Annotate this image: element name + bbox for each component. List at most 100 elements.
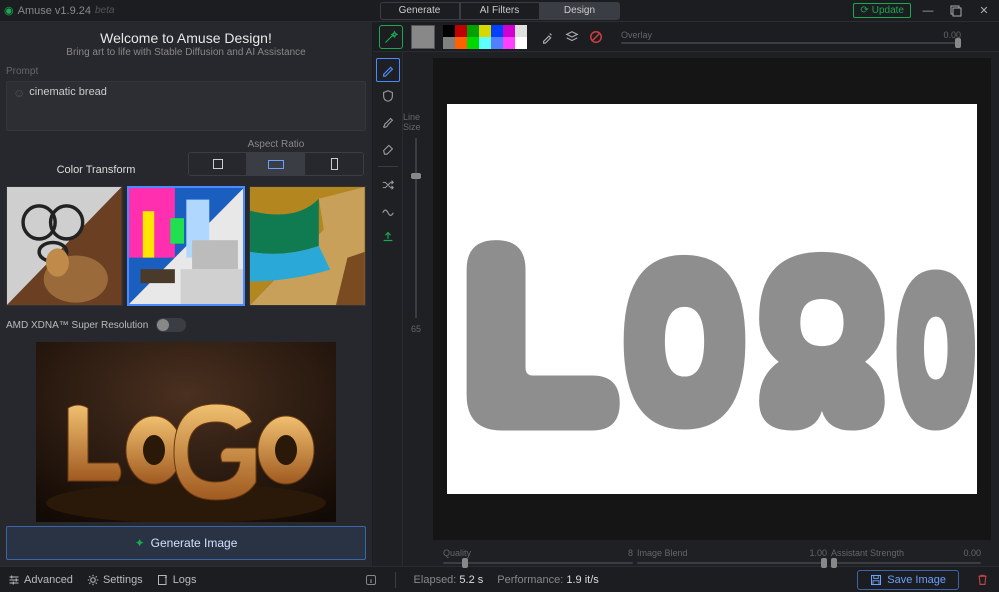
palette-swatch[interactable] (479, 25, 491, 37)
app-title-text: Amuse v1.9.24 (18, 5, 91, 17)
drawing-canvas[interactable] (433, 58, 991, 540)
super-resolution-toggle[interactable] (156, 318, 186, 332)
palette-swatch[interactable] (443, 37, 455, 49)
aspect-ratio-label: Aspect Ratio (248, 139, 305, 150)
export-tool[interactable] (376, 225, 400, 249)
performance-value: 1.9 it/s (566, 574, 598, 586)
tall-icon (331, 158, 338, 170)
quality-slider[interactable] (443, 562, 633, 564)
blend-label: Image Blend (637, 548, 688, 558)
current-color-swatch[interactable] (411, 25, 435, 49)
overlay-slider-wrap: Overlay 0.00 (621, 30, 993, 44)
line-size-slider[interactable] (415, 138, 417, 318)
info-icon[interactable] (365, 574, 377, 586)
palette-swatch[interactable] (467, 25, 479, 37)
shuffle-tool[interactable] (376, 173, 400, 197)
canvas-body: Line Size 65 (373, 52, 999, 566)
transform-thumb-2[interactable] (127, 186, 246, 306)
settings-label: Settings (103, 574, 143, 586)
line-size-wrap: Line Size 65 (403, 112, 429, 566)
save-image-button[interactable]: Save Image (857, 570, 959, 590)
elapsed-stat: Elapsed: 5.2 s (414, 574, 484, 586)
palette-swatch[interactable] (455, 25, 467, 37)
strength-slider[interactable] (831, 562, 981, 564)
palette-swatch[interactable] (491, 37, 503, 49)
prompt-value: cinematic bread (29, 86, 359, 98)
performance-label: Performance: (497, 574, 563, 586)
ct-ar-row: Color Transform Aspect Ratio (6, 139, 366, 176)
aspect-ratio-tall[interactable] (305, 153, 363, 175)
minimize-button[interactable]: — (917, 2, 939, 20)
magic-wand-button[interactable] (379, 25, 403, 49)
color-transform-thumbs (6, 186, 366, 306)
aspect-ratio-wide[interactable] (247, 153, 305, 175)
advanced-button[interactable]: Advanced (8, 574, 73, 586)
logs-button[interactable]: Logs (157, 574, 197, 586)
palette-swatch[interactable] (503, 37, 515, 49)
blend-value: 1.00 (809, 548, 827, 558)
wide-icon (268, 160, 284, 169)
delete-button[interactable] (973, 571, 991, 589)
eraser-tool[interactable] (376, 136, 400, 160)
aspect-ratio-buttons (188, 152, 364, 176)
update-label: Update (872, 5, 904, 16)
overlay-slider[interactable] (621, 42, 961, 44)
maximize-button[interactable] (945, 2, 967, 20)
tab-ai-filters[interactable]: AI Filters (460, 2, 540, 20)
drawing-tools (373, 52, 403, 566)
app-badge: beta (95, 5, 114, 16)
palette-tool-icons (539, 28, 605, 46)
layers-icon[interactable] (563, 28, 581, 46)
elapsed-value: 5.2 s (459, 574, 483, 586)
canvas-board (447, 104, 977, 494)
strength-slider-group: Assistant Strength0.00 (831, 548, 981, 564)
prompt-input[interactable]: ☺ cinematic bread (6, 81, 366, 131)
transform-thumb-1[interactable] (6, 186, 123, 306)
aspect-ratio-group: Aspect Ratio (186, 139, 366, 176)
tab-design[interactable]: Design (540, 2, 620, 20)
generate-button[interactable]: ✦ Generate Image (6, 526, 366, 560)
update-button[interactable]: ⟳ Update (853, 3, 911, 18)
window-controls: ⟳ Update — ✕ (853, 2, 995, 20)
no-entry-icon[interactable] (587, 28, 605, 46)
generate-wrap: ✦ Generate Image (6, 526, 366, 560)
palette-swatch[interactable] (455, 37, 467, 49)
shield-tool[interactable] (376, 84, 400, 108)
quality-label: Quality (443, 548, 471, 558)
performance-stat: Performance: 1.9 it/s (497, 574, 599, 586)
settings-button[interactable]: Settings (87, 574, 143, 586)
palette-swatch[interactable] (515, 37, 527, 49)
blend-slider[interactable] (637, 562, 827, 564)
scribble-tool[interactable] (376, 199, 400, 223)
super-resolution-row: AMD XDNA™ Super Resolution (6, 318, 366, 332)
wand-icon: ✦ (135, 536, 145, 550)
palette-swatch[interactable] (503, 25, 515, 37)
line-size-label: Line Size (403, 112, 429, 132)
footer-divider (395, 572, 396, 588)
logo-icon: ◉ (4, 4, 14, 17)
transform-thumb-3[interactable] (249, 186, 366, 306)
palette-swatch[interactable] (443, 25, 455, 37)
palette-swatch[interactable] (491, 25, 503, 37)
color-palette (443, 25, 527, 49)
palette-swatch[interactable] (515, 25, 527, 37)
canvas-toolbar: Overlay 0.00 (373, 22, 999, 52)
eyedropper-icon[interactable] (539, 28, 557, 46)
super-resolution-label: AMD XDNA™ Super Resolution (6, 320, 148, 331)
close-button[interactable]: ✕ (973, 2, 995, 20)
prompt-label: Prompt (6, 66, 366, 77)
line-size-value: 65 (411, 324, 421, 334)
tool-divider (378, 166, 398, 167)
tab-generate[interactable]: Generate (380, 2, 460, 20)
elapsed-label: Elapsed: (414, 574, 457, 586)
pencil-tool[interactable] (376, 58, 400, 82)
palette-swatch[interactable] (467, 37, 479, 49)
bottom-sliders: Quality 8 Image Blend 1.00 Assistant Stren… (433, 544, 991, 566)
strength-label: Assistant Strength (831, 548, 904, 558)
color-transform-label: Color Transform (6, 164, 186, 176)
left-panel: Welcome to Amuse Design! Bring art to li… (0, 22, 373, 566)
aspect-ratio-square[interactable] (189, 153, 247, 175)
brush-tool[interactable] (376, 110, 400, 134)
quality-value: 8 (628, 548, 633, 558)
palette-swatch[interactable] (479, 37, 491, 49)
